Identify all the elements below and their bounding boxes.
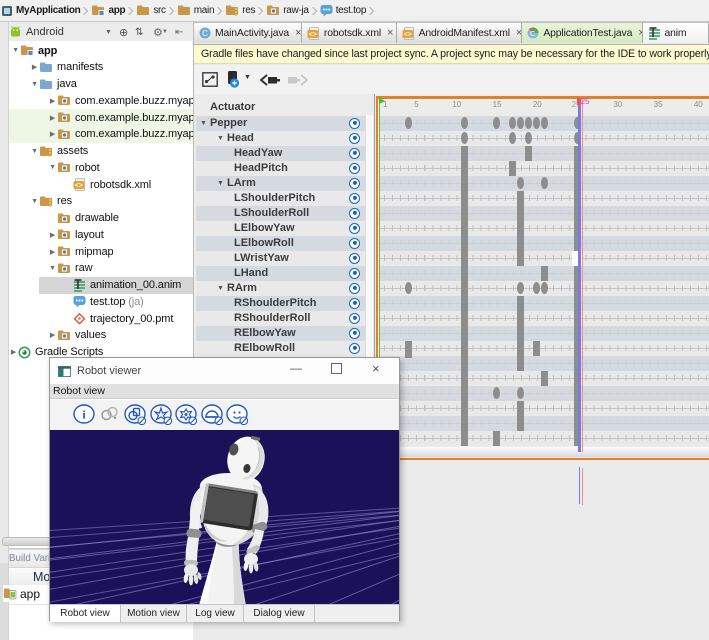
svg-text:C: C — [202, 29, 208, 38]
svg-text:<>: <> — [75, 182, 83, 189]
svg-text:<>: <> — [403, 31, 411, 38]
svg-text:<>: <> — [309, 31, 317, 38]
svg-text:C: C — [530, 29, 536, 38]
